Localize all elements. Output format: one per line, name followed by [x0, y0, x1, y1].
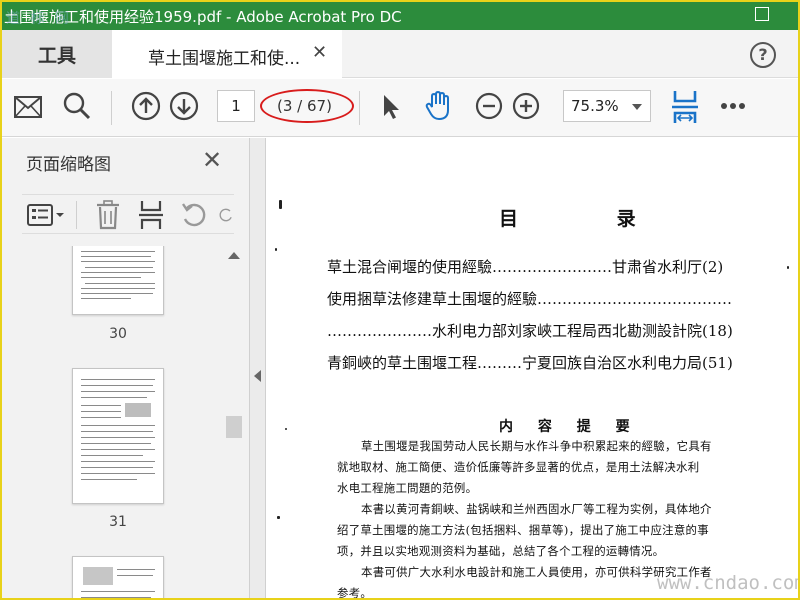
thumbnail-page-32[interactable] [72, 556, 164, 598]
thumbnail-page-30[interactable] [72, 246, 164, 315]
title-bar: 土围堰施工和使用经验1959.pdf - Adobe Acrobat Pro D… [2, 2, 798, 30]
chevron-down-icon [632, 104, 642, 110]
watermark-top-left: 道 标 网 [6, 11, 72, 27]
scan-speck [285, 428, 287, 430]
panel-collapse-handle[interactable] [250, 138, 266, 598]
scan-speck [279, 200, 282, 209]
summary-line: 水电工程施工問題的范例。 [337, 481, 478, 495]
thumbnail-options-icon[interactable] [26, 201, 66, 229]
scan-speck [277, 516, 280, 519]
fit-width-icon[interactable] [668, 88, 702, 126]
doc-heading: 目 录 [499, 208, 682, 230]
page-count: (3 / 67) [277, 97, 332, 115]
panel-toolbar [22, 194, 234, 234]
toc-entry: 使用捆草法修建草土围堰的經驗………………………………… [327, 290, 733, 308]
toolbar-separator [111, 91, 112, 125]
toolbar: 1 (3 / 67) 75.3% [2, 79, 798, 137]
rotate-icon[interactable] [178, 199, 210, 231]
app-window: 土围堰施工和使用经验1959.pdf - Adobe Acrobat Pro D… [0, 0, 800, 600]
panel-title: 页面缩略图 [26, 155, 111, 175]
zoom-select[interactable]: 75.3% [563, 90, 651, 122]
summary-line: 本書以黄河青銅峽、盐锅峡和兰州西固水厂等工程为实例，具体地介 [361, 502, 712, 516]
tab-document[interactable]: 草土围堰施工和使... ✕ [112, 30, 342, 78]
trash-icon[interactable] [92, 199, 124, 231]
toolbar-separator [359, 91, 360, 125]
scrollbar-thumb[interactable] [226, 416, 242, 438]
thumbnail-label: 31 [109, 514, 127, 530]
more-icon[interactable] [718, 93, 748, 119]
thumbnail-label: 30 [109, 326, 127, 342]
toc-entry: 草土混合闸堰的使用經驗……………………甘肃省水利厅(2) [327, 258, 724, 276]
thumbnail-list: 30 31 [12, 246, 222, 598]
summary-line: 项，并且以实地观测资料为基础，总結了各个工程的运轉情况。 [337, 544, 665, 558]
search-icon[interactable] [62, 91, 92, 121]
thumbnail-page-31[interactable] [72, 368, 164, 504]
document-page: 目 录 草土混合闸堰的使用經驗……………………甘肃省水利厅(2) 使用捆草法修建… [267, 138, 798, 600]
envelope-icon[interactable] [12, 92, 44, 122]
page-number-input[interactable]: 1 [217, 90, 255, 122]
hand-icon[interactable] [422, 89, 456, 123]
arrow-up-circle-icon[interactable] [130, 90, 162, 122]
summary-line: 草土围堰是我国劳动人民长期与水作斗争中积累起来的經驗，它具有 [361, 439, 712, 453]
rotate-clockwise-icon[interactable] [218, 199, 234, 231]
arrow-down-circle-icon[interactable] [168, 90, 200, 122]
scroll-up-icon[interactable] [228, 252, 240, 259]
minus-circle-icon[interactable] [473, 90, 505, 122]
tab-tools[interactable]: 工具 [2, 30, 112, 78]
plus-circle-icon[interactable] [510, 90, 542, 122]
thumbnail-panel: 页面缩略图 ✕ 30 31 [2, 138, 250, 598]
page-extract-icon[interactable] [134, 199, 168, 231]
help-icon[interactable]: ? [750, 42, 776, 68]
summary-line: 绍了草土围堰的施工方法(包括捆料、捆草等)，提出了施工中应注意的事 [337, 523, 709, 537]
collapse-arrow-icon [254, 370, 261, 382]
cursor-arrow-icon[interactable] [378, 91, 404, 123]
summary-line: 就地取材、施工簡便、造价低廉等許多显著的优点，是用土法解决水利 [337, 460, 700, 474]
scan-speck [275, 248, 277, 251]
summary-line: 参考。 [337, 586, 373, 600]
maximize-button[interactable] [755, 7, 769, 21]
toc-entry: …………………水利电力部刘家峽工程局西北勘测設計院(18) [327, 322, 733, 340]
panel-separator [76, 201, 77, 229]
toc-entry: 青銅峽的草土围堰工程………宁夏回族自治区水利电力局(51) [327, 354, 733, 372]
scan-speck [787, 266, 789, 269]
zoom-value: 75.3% [571, 97, 619, 115]
watermark-bottom-right: www.cndao.com [657, 572, 798, 594]
panel-close-icon[interactable]: ✕ [202, 146, 222, 174]
summary-heading: 内 容 提 要 [499, 419, 640, 435]
tab-close-icon[interactable]: ✕ [312, 42, 327, 63]
document-tab-label: 草土围堰施工和使... [148, 49, 301, 69]
tab-row: 工具 草土围堰施工和使... ✕ ? [2, 30, 798, 78]
